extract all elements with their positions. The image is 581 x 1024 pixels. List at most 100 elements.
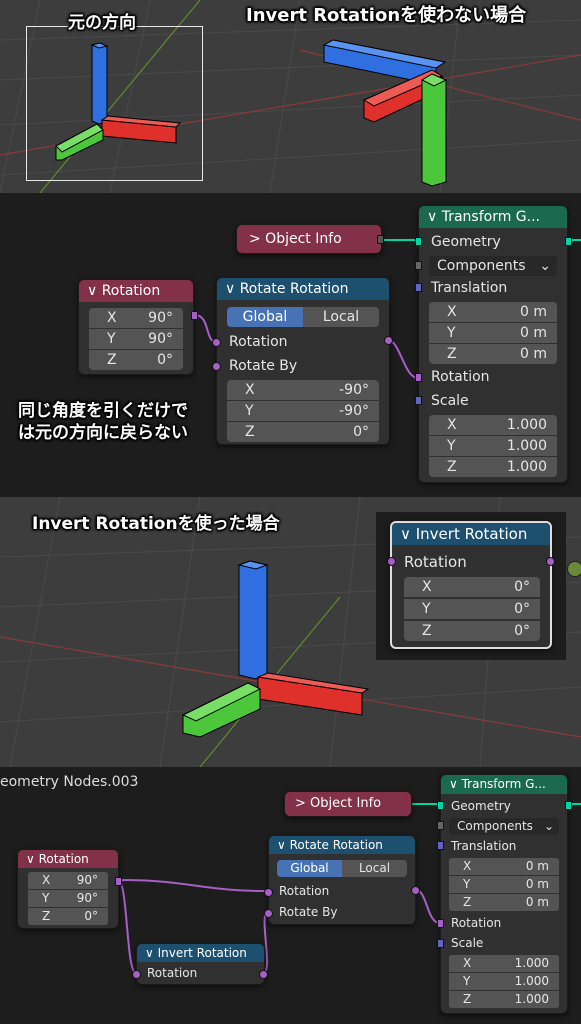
- rotate-rotation-output-socket-2[interactable]: [411, 886, 420, 895]
- invert-rotation-label-2: Rotation: [147, 966, 198, 980]
- rotate-by-label-2: Rotate By: [279, 905, 338, 919]
- rotation-node-title: ∨ Rotation: [79, 280, 193, 302]
- caption-without-invert: Invert Rotationを使わない場合: [246, 5, 527, 26]
- invert-output-socket-large[interactable]: [546, 557, 555, 566]
- rotation-input-socket[interactable]: [415, 373, 422, 382]
- rotation-y-field[interactable]: Y 90°: [89, 329, 183, 349]
- invert-rotation-node-2[interactable]: ∨ Invert Rotation Rotation: [132, 943, 268, 985]
- space-toggle-2[interactable]: Global Local: [277, 860, 407, 877]
- rotate-rotation-node-2[interactable]: ∨ Rotate Rotation Global Local Rotation …: [264, 835, 420, 925]
- scale-z-field[interactable]: Z 1.000: [429, 457, 557, 477]
- viewport-top[interactable]: 元の方向 Invert Rotationを使わない場合: [0, 0, 581, 193]
- translation-label-2: Translation: [451, 839, 517, 853]
- rotate-by-y-field[interactable]: Y -90°: [227, 401, 379, 421]
- components-socket[interactable]: [415, 261, 422, 270]
- components-dropdown[interactable]: Components ⌄: [429, 256, 557, 276]
- rotation-z-field[interactable]: Z 0°: [89, 350, 183, 370]
- translation2-z-field[interactable]: Z0 m: [449, 894, 559, 911]
- rotate-rotation-title-2: ∨ Rotate Rotation: [269, 836, 415, 854]
- scale2-x-field[interactable]: X 1.000: [449, 955, 559, 972]
- rotation2-output-socket[interactable]: [115, 877, 122, 886]
- invert-y-field[interactable]: Y 0°: [404, 599, 540, 619]
- scale-input-socket[interactable]: [415, 396, 422, 405]
- translation-x-field[interactable]: X0 m: [429, 302, 557, 322]
- global-option[interactable]: Global: [227, 307, 303, 327]
- rotation-node-title-2: ∨ Rotation: [18, 850, 118, 868]
- object-info-title-2: > Object Info: [295, 796, 382, 811]
- scale2-z-field[interactable]: Z 1.000: [449, 991, 559, 1008]
- components-socket-2[interactable]: [437, 821, 444, 830]
- translation-input-socket-2[interactable]: [437, 841, 444, 850]
- rotate-rotation-output-socket[interactable]: [384, 336, 393, 345]
- translation2-y-field[interactable]: Y0 m: [449, 876, 559, 893]
- translation-z-field[interactable]: Z0 m: [429, 344, 557, 364]
- rotate-by-input-socket[interactable]: [212, 362, 221, 371]
- rotation-output-socket[interactable]: [191, 311, 198, 320]
- rotate-rotation-input-label: Rotation: [229, 334, 288, 350]
- transform-geometry-node-2[interactable]: ∨ Transform G... Geometry Components ⌄ Tr…: [437, 774, 572, 1014]
- transform-rotation-label: Rotation: [431, 369, 490, 385]
- caption-original-orientation: 元の方向: [68, 13, 136, 33]
- local-option-2[interactable]: Local: [342, 860, 407, 877]
- object-info-geometry-socket[interactable]: [377, 235, 384, 244]
- geometry-input-socket-2[interactable]: [437, 801, 444, 810]
- invert-rotation-title-large: ∨ Invert Rotation: [392, 523, 550, 545]
- rotate-rotation-title: ∨ Rotate Rotation: [217, 278, 389, 300]
- transform-geometry-node[interactable]: ∨ Transform G... Geometry Components ⌄ Tr…: [415, 205, 572, 483]
- rotate-rotation-input-socket-2[interactable]: [264, 888, 273, 897]
- rotation2-x-field[interactable]: X 90°: [28, 872, 108, 889]
- scale-input-socket-2[interactable]: [437, 939, 444, 948]
- node-editor-1[interactable]: > Object Info ∨ Rotation X 90° Y 90° Z 0° ∨…: [0, 193, 581, 497]
- global-option-2[interactable]: Global: [277, 860, 342, 877]
- invert-rotation-title-2: ∨ Invert Rotation: [137, 944, 264, 962]
- rotation-node[interactable]: ∨ Rotation X 90° Y 90° Z 0°: [78, 279, 198, 375]
- scale-y-field[interactable]: Y 1.000: [429, 436, 557, 456]
- components-dropdown-2[interactable]: Components ⌄: [449, 818, 559, 835]
- invert-z-field[interactable]: Z 0°: [404, 621, 540, 641]
- geometry-output-socket-2[interactable]: [565, 801, 572, 810]
- translation-input-socket[interactable]: [415, 283, 422, 292]
- object-info-node-2[interactable]: > Object Info: [284, 791, 412, 817]
- rotation2-y-field[interactable]: Y 90°: [28, 890, 108, 907]
- invert-rotation-node-large[interactable]: ∨ Invert Rotation Rotation X 0° Y 0° Z 0°: [387, 521, 555, 649]
- rotate-by-x-field[interactable]: X -90°: [227, 380, 379, 400]
- local-option[interactable]: Local: [303, 307, 379, 327]
- rotate-by-label: Rotate By: [229, 358, 298, 374]
- scale-x-field[interactable]: X 1.000: [429, 415, 557, 435]
- object-info-node[interactable]: > Object Info: [236, 224, 384, 254]
- caption-subtract-line2: は元の方向に戻らない: [18, 423, 188, 443]
- transform-geometry-title-2: ∨ Transform G...: [441, 775, 567, 794]
- rotation-x-field[interactable]: X 90°: [89, 308, 183, 328]
- rotate-rotation-node[interactable]: ∨ Rotate Rotation Global Local Rotation …: [212, 277, 393, 445]
- scale-label-2: Scale: [451, 936, 484, 950]
- transform-rotation-label-2: Rotation: [451, 916, 502, 930]
- scale-label: Scale: [431, 393, 469, 409]
- geometry-label: Geometry: [431, 234, 501, 250]
- scale2-y-field[interactable]: Y 1.000: [449, 973, 559, 990]
- rotation-node-2[interactable]: ∨ Rotation X 90° Y 90° Z 0°: [17, 849, 122, 929]
- viewport-middle[interactable]: Invert Rotationを使った場合 ∨ Invert Rotation …: [0, 497, 581, 767]
- space-toggle[interactable]: Global Local: [227, 307, 379, 327]
- invert-x-field[interactable]: X 0°: [404, 577, 540, 597]
- geometry-label-2: Geometry: [451, 799, 511, 813]
- invert-input-socket-2[interactable]: [132, 970, 141, 979]
- object-info-title: > Object Info: [249, 231, 342, 247]
- node-editor-2[interactable]: eometry Nodes.003 > Object Info ∨ Rotati…: [0, 767, 581, 1024]
- geometry-output-socket[interactable]: [565, 237, 572, 246]
- invert-rotation-label-large: Rotation: [404, 553, 467, 571]
- caption-with-invert: Invert Rotationを使った場合: [32, 514, 280, 534]
- rotate-by-input-socket-2[interactable]: [264, 909, 273, 918]
- invert-input-socket-large[interactable]: [387, 557, 396, 566]
- geometry-input-socket[interactable]: [415, 237, 422, 246]
- translation2-x-field[interactable]: X0 m: [449, 858, 559, 875]
- rotation-input-socket-2[interactable]: [437, 919, 444, 928]
- invert-output-socket-2[interactable]: [259, 970, 268, 979]
- rotate-rotation-input-socket[interactable]: [212, 338, 221, 347]
- rotation2-z-field[interactable]: Z 0°: [28, 908, 108, 925]
- translation-label: Translation: [431, 280, 508, 296]
- rotate-rotation-input-label-2: Rotation: [279, 884, 330, 898]
- rotate-by-z-field[interactable]: Z 0°: [227, 422, 379, 442]
- caption-subtract-line1: 同じ角度を引くだけで: [18, 401, 188, 421]
- transform-geometry-title: ∨ Transform G...: [419, 206, 567, 228]
- translation-y-field[interactable]: Y0 m: [429, 323, 557, 343]
